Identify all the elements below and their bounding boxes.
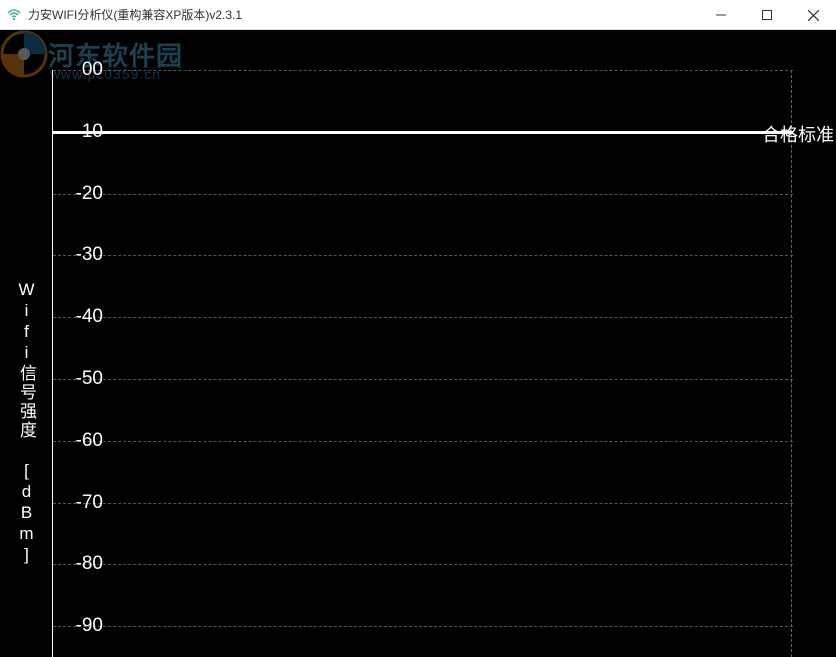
gridline bbox=[53, 70, 793, 71]
y-tick-label: -60 bbox=[58, 430, 103, 452]
y-tick-label: -40 bbox=[58, 306, 103, 328]
y-tick-label: -50 bbox=[58, 368, 103, 390]
gridline bbox=[53, 626, 793, 627]
app-icon bbox=[6, 7, 22, 23]
gridline bbox=[53, 441, 793, 442]
content-area: Wifi信号强度 [dBm] 标准合格 00 -10 -20 -30 -40 -50 -60… bbox=[0, 30, 836, 657]
gridline bbox=[53, 194, 793, 195]
gridline bbox=[53, 503, 793, 504]
maximize-button[interactable] bbox=[744, 0, 790, 30]
plot-area bbox=[52, 70, 792, 657]
window-title: 力安WIFI分析仪(重构兼容XP版本)v2.3.1 bbox=[28, 6, 242, 23]
signal-strength-chart: Wifi信号强度 [dBm] 标准合格 00 -10 -20 -30 -40 -50 -60… bbox=[0, 30, 836, 657]
y-tick-label: -90 bbox=[58, 615, 103, 637]
gridline bbox=[53, 317, 793, 318]
y-tick-label: 00 bbox=[58, 59, 103, 81]
y-tick-label: -80 bbox=[58, 553, 103, 575]
window-controls bbox=[698, 0, 836, 30]
window-titlebar: 力安WIFI分析仪(重构兼容XP版本)v2.3.1 bbox=[0, 0, 836, 30]
gridline bbox=[53, 255, 793, 256]
close-button[interactable] bbox=[790, 0, 836, 30]
gridline bbox=[53, 564, 793, 565]
y-tick-label: -20 bbox=[58, 183, 103, 205]
y-tick-label: -70 bbox=[58, 492, 103, 514]
threshold-line bbox=[53, 131, 793, 134]
y-tick-label: -30 bbox=[58, 244, 103, 266]
minimize-button[interactable] bbox=[698, 0, 744, 30]
gridline bbox=[53, 379, 793, 380]
y-axis-label: Wifi信号强度 [dBm] bbox=[14, 280, 39, 566]
y-tick-label: -10 bbox=[58, 121, 103, 143]
threshold-label: 标准合格 bbox=[762, 126, 834, 146]
